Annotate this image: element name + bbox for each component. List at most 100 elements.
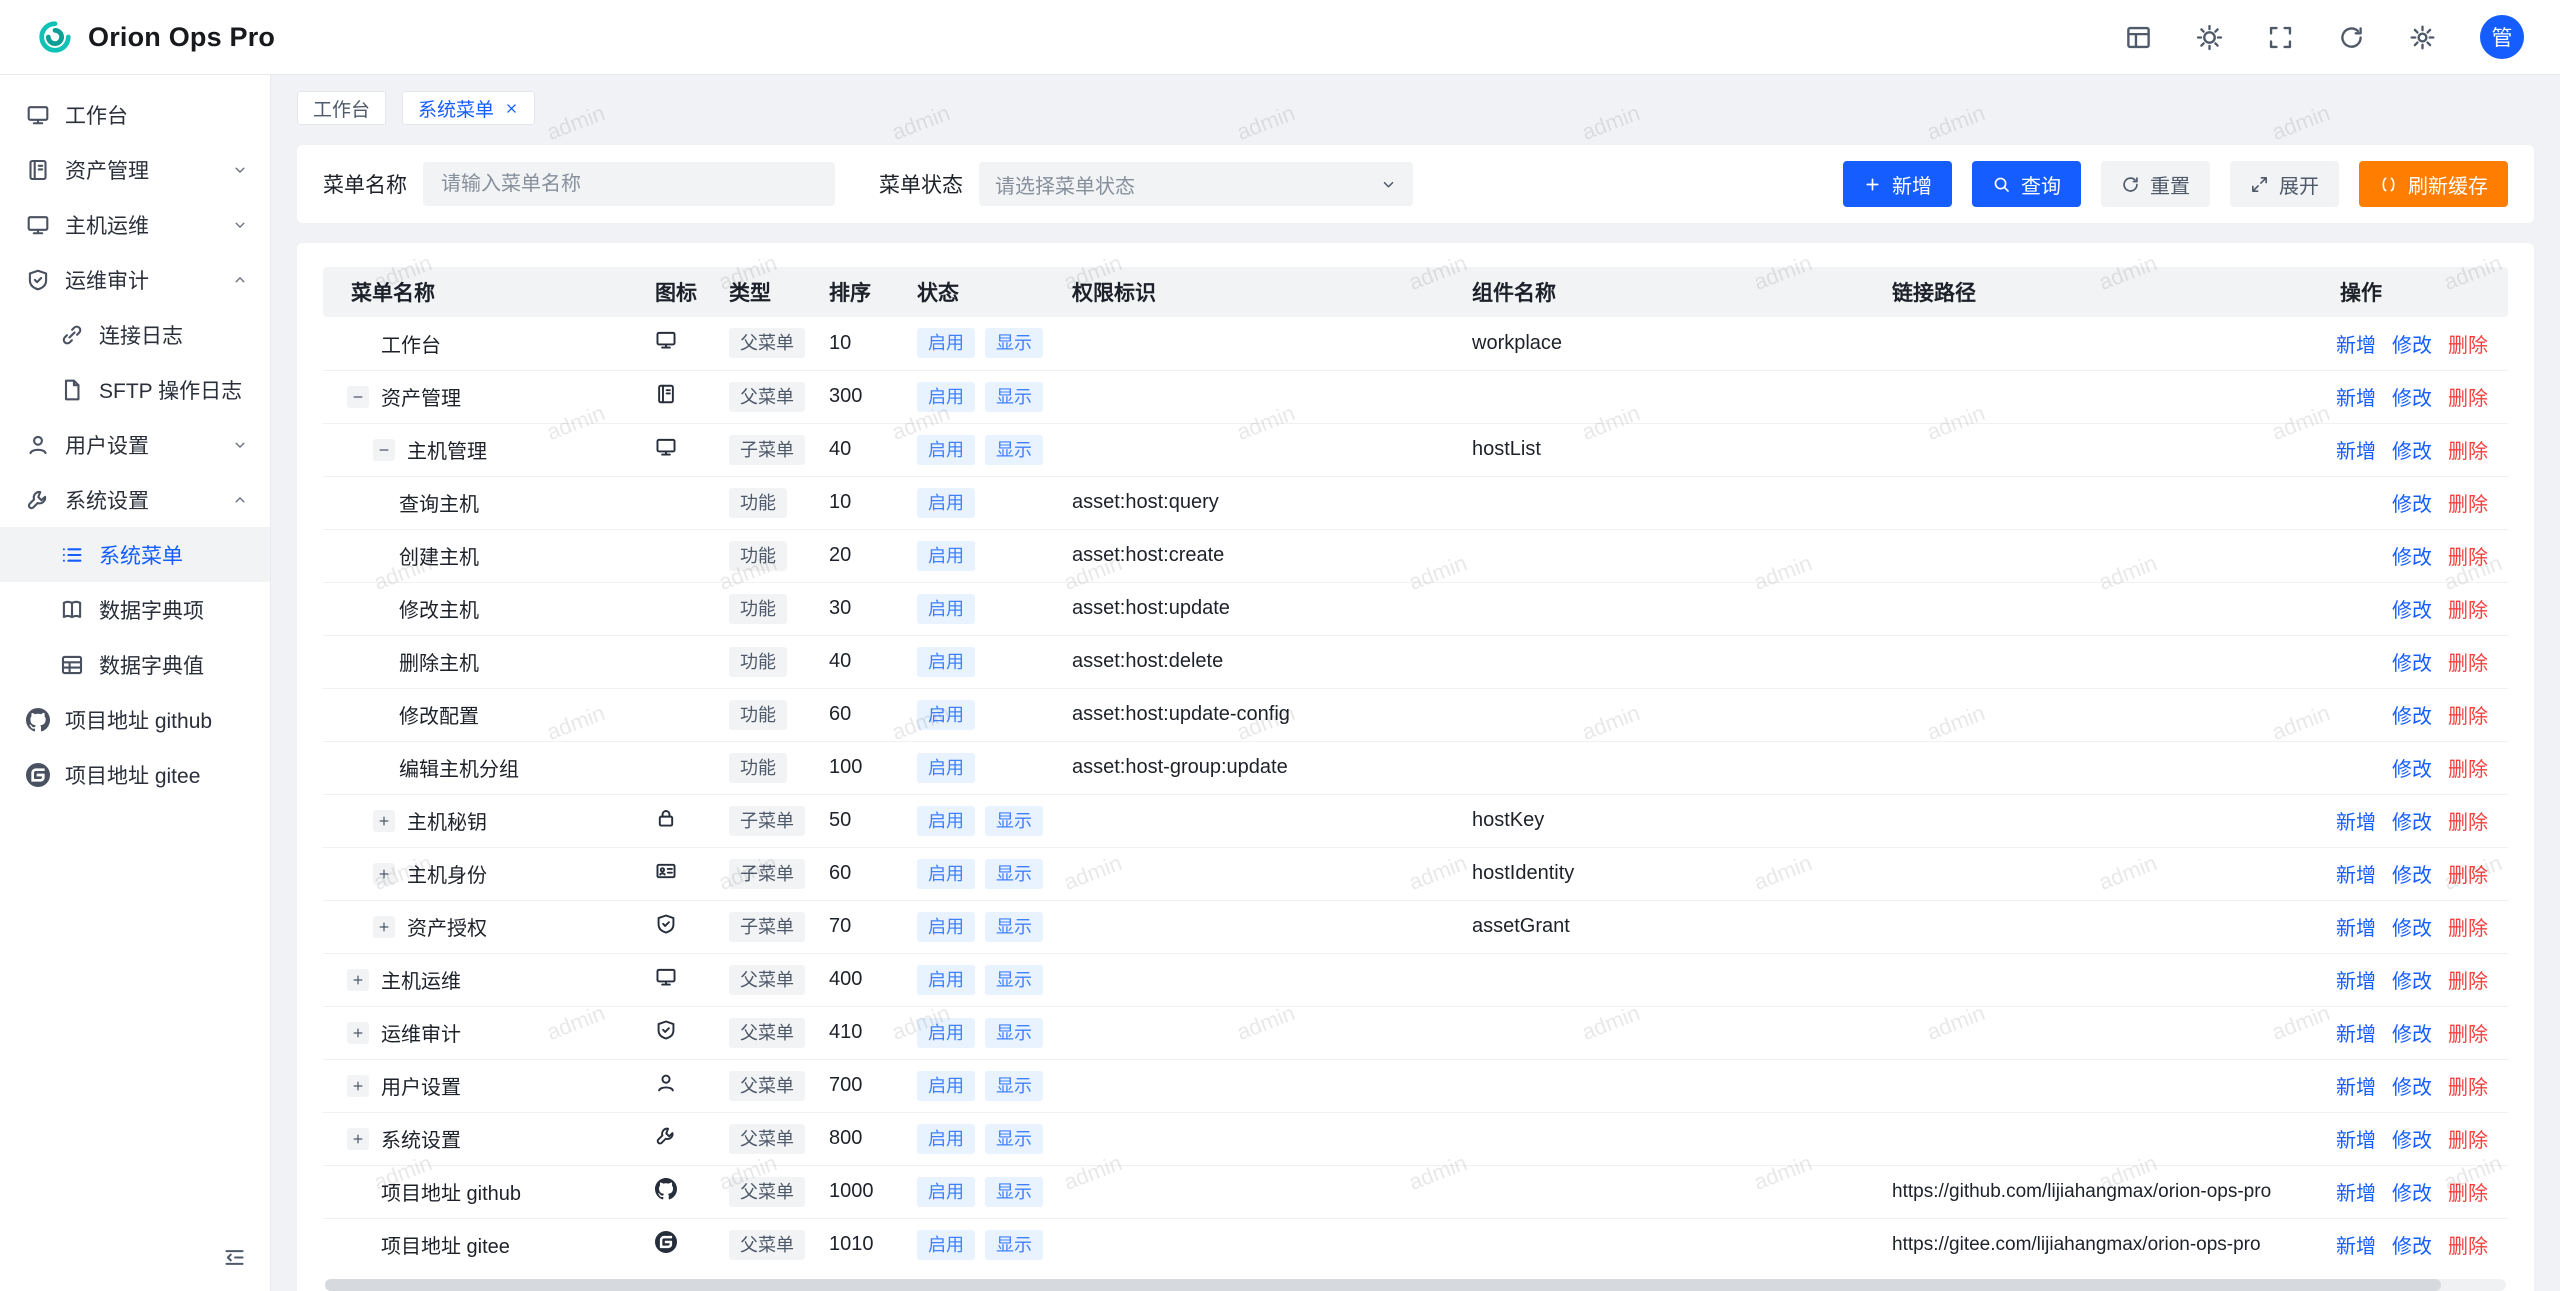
row-action-edit[interactable]: 修改 [2392,1077,2432,1099]
chevron-up-icon [232,272,248,288]
cell-permission [1070,794,1470,847]
row-action-add[interactable]: 新增 [2336,335,2376,357]
row-action-delete[interactable]: 删除 [2448,865,2488,887]
widget-button[interactable] [2125,24,2152,51]
expand-row-button[interactable] [373,916,395,938]
expand-row-button[interactable] [347,1128,369,1150]
row-action-edit[interactable]: 修改 [2392,335,2432,357]
cell-icon [653,847,727,900]
menu-name-input[interactable] [423,162,835,206]
sidebar-item-user-settings[interactable]: 用户设置 [0,417,270,472]
row-action-add[interactable]: 新增 [2336,1183,2376,1205]
sidebar-item-host-ops[interactable]: 主机运维 [0,197,270,252]
cell-status: 启用 [915,529,1070,582]
row-action-add[interactable]: 新增 [2336,812,2376,834]
row-action-delete[interactable]: 删除 [2448,653,2488,675]
refresh-cache-button[interactable]: 刷新缓存 [2359,161,2508,207]
row-action-edit[interactable]: 修改 [2392,1183,2432,1205]
reset-button[interactable]: 重置 [2101,161,2210,207]
tab-system-menu[interactable]: 系统菜单 [402,91,535,125]
row-action-delete[interactable]: 删除 [2448,335,2488,357]
row-action-delete[interactable]: 删除 [2448,1236,2488,1258]
expand-row-button[interactable] [347,969,369,991]
row-action-edit[interactable]: 修改 [2392,1130,2432,1152]
cell-permission: asset:host:update [1070,582,1470,635]
row-action-add[interactable]: 新增 [2336,1024,2376,1046]
tab-workbench[interactable]: 工作台 [297,91,386,125]
row-action-add[interactable]: 新增 [2336,1236,2376,1258]
row-action-edit[interactable]: 修改 [2392,865,2432,887]
row-action-add[interactable]: 新增 [2336,1077,2376,1099]
row-action-delete[interactable]: 删除 [2448,1024,2488,1046]
row-action-edit[interactable]: 修改 [2392,441,2432,463]
theme-button[interactable] [2196,24,2223,51]
expand-row-button[interactable] [373,810,395,832]
row-action-edit[interactable]: 修改 [2392,547,2432,569]
row-action-edit[interactable]: 修改 [2392,812,2432,834]
row-action-delete[interactable]: 删除 [2448,441,2488,463]
row-action-edit[interactable]: 修改 [2392,1236,2432,1258]
sidebar-item-ops-audit[interactable]: 运维审计 [0,252,270,307]
row-action-delete[interactable]: 删除 [2448,1183,2488,1205]
menu-status-select[interactable]: 请选择菜单状态 [979,162,1413,206]
sidebar-item-system-settings[interactable]: 系统设置 [0,472,270,527]
expand-row-button[interactable] [373,863,395,885]
row-action-edit[interactable]: 修改 [2392,600,2432,622]
row-action-delete[interactable]: 删除 [2448,388,2488,410]
fullscreen-icon [2267,24,2294,51]
sidebar-item-sftp-log[interactable]: SFTP 操作日志 [0,362,270,417]
settings-button[interactable] [2409,24,2436,51]
row-action-edit[interactable]: 修改 [2392,706,2432,728]
menu-name-text: 主机身份 [407,865,487,887]
sidebar-item-system-menu[interactable]: 系统菜单 [0,527,270,582]
row-action-edit[interactable]: 修改 [2392,494,2432,516]
user-avatar[interactable]: 管 [2480,15,2524,59]
row-action-delete[interactable]: 删除 [2448,706,2488,728]
fullscreen-button[interactable] [2267,24,2294,51]
collapse-sidebar-button[interactable] [223,1246,246,1275]
row-action-delete[interactable]: 删除 [2448,494,2488,516]
add-button[interactable]: 新增 [1843,161,1952,207]
row-action-delete[interactable]: 删除 [2448,971,2488,993]
collapse-row-button[interactable] [373,439,395,461]
refresh-icon [2121,175,2140,194]
row-action-edit[interactable]: 修改 [2392,388,2432,410]
notebook-icon [655,383,677,405]
chevron-down-icon [232,217,248,233]
row-action-delete[interactable]: 删除 [2448,1077,2488,1099]
row-action-add[interactable]: 新增 [2336,918,2376,940]
reload-button[interactable] [2338,24,2365,51]
sidebar-item-dict-keys[interactable]: 数据字典项 [0,582,270,637]
row-action-delete[interactable]: 删除 [2448,1130,2488,1152]
collapse-row-button[interactable] [347,386,369,408]
row-action-add[interactable]: 新增 [2336,441,2376,463]
sidebar-item-connect-log[interactable]: 连接日志 [0,307,270,362]
query-button[interactable]: 查询 [1972,161,2081,207]
row-action-delete[interactable]: 删除 [2448,812,2488,834]
expand-row-button[interactable] [347,1022,369,1044]
sidebar-item-project-gitee[interactable]: 项目地址 gitee [0,747,270,802]
expand-button[interactable]: 展开 [2230,161,2339,207]
horizontal-scrollbar[interactable] [325,1279,2506,1291]
row-action-edit[interactable]: 修改 [2392,971,2432,993]
row-action-delete[interactable]: 删除 [2448,600,2488,622]
sidebar-item-dict-values[interactable]: 数据字典值 [0,637,270,692]
row-action-delete[interactable]: 删除 [2448,547,2488,569]
cell-component [1470,582,1890,635]
row-action-edit[interactable]: 修改 [2392,918,2432,940]
row-action-add[interactable]: 新增 [2336,388,2376,410]
plus-icon [377,920,391,934]
row-action-add[interactable]: 新增 [2336,865,2376,887]
row-action-edit[interactable]: 修改 [2392,759,2432,781]
sidebar-item-project-github[interactable]: 项目地址 github [0,692,270,747]
row-action-delete[interactable]: 删除 [2448,918,2488,940]
row-action-edit[interactable]: 修改 [2392,1024,2432,1046]
sidebar-item-workbench[interactable]: 工作台 [0,87,270,142]
expand-row-button[interactable] [347,1075,369,1097]
scrollbar-thumb[interactable] [325,1279,2441,1291]
row-action-add[interactable]: 新增 [2336,971,2376,993]
sidebar-item-asset-management[interactable]: 资产管理 [0,142,270,197]
row-action-edit[interactable]: 修改 [2392,653,2432,675]
row-action-delete[interactable]: 删除 [2448,759,2488,781]
row-action-add[interactable]: 新增 [2336,1130,2376,1152]
